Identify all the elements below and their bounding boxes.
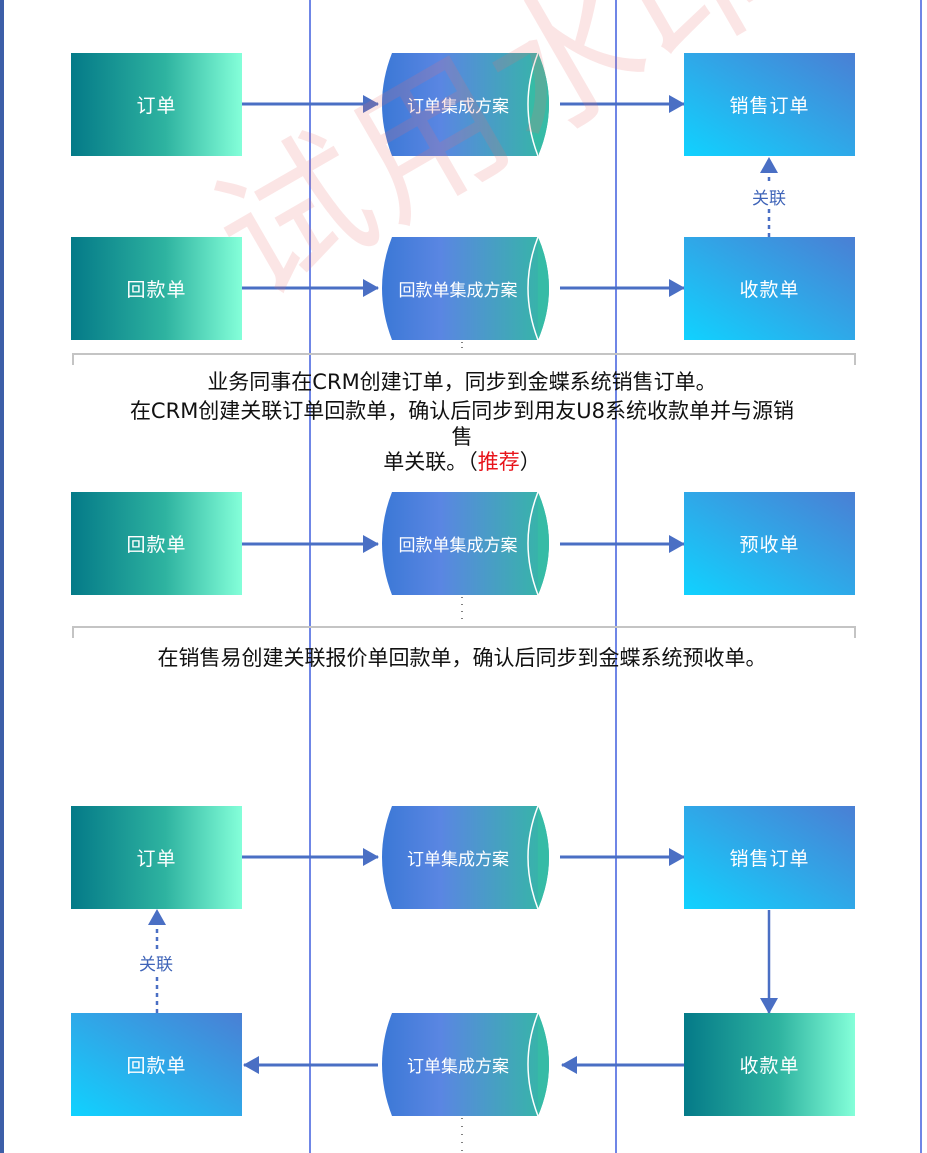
caption-1-line-4: 单关联。（推荐） <box>70 448 854 477</box>
lane-divider-edge <box>920 0 922 1153</box>
node-order-label: 订单 <box>136 95 177 117</box>
caption-1-line-2: 在CRM创建关联订单回款单，确认后同步到用友U8系统收款单并与源销 <box>129 399 795 423</box>
node-order-solution-top[interactable]: 订单集成方案 <box>378 806 560 909</box>
node-order-solution-bottom-label: 订单集成方案 <box>407 1057 509 1077</box>
relation-label-1: 关联 <box>751 184 787 209</box>
node-payment-solution[interactable]: 回款单集成方案 <box>378 237 560 340</box>
node-payment-2-label: 回款单 <box>126 534 187 556</box>
node-order-solution-bottom[interactable]: 订单集成方案 <box>378 1013 560 1116</box>
node-sales-order-label: 销售订单 <box>729 95 810 117</box>
caption-bracket-2 <box>72 626 856 638</box>
node-receipt[interactable]: 收款单 <box>684 237 855 340</box>
node-order-3-label: 订单 <box>136 848 177 870</box>
caption-1-line-4-prefix: 单关联。（ <box>383 450 478 474</box>
relation-label-3: 关联 <box>138 950 174 975</box>
node-receipt-3-label: 收款单 <box>739 1055 800 1077</box>
caption-1: 业务同事在CRM创建订单，同步到金蝶系统销售订单。 在CRM创建关联订单回款单，… <box>70 368 854 477</box>
node-order[interactable]: 订单 <box>71 53 242 156</box>
node-receipt-3[interactable]: 收款单 <box>684 1013 855 1116</box>
caption-1-line-1: 业务同事在CRM创建订单，同步到金蝶系统销售订单。 <box>207 370 717 394</box>
left-border <box>0 0 4 1153</box>
caption-bracket-1 <box>72 353 856 365</box>
node-payment-label: 回款单 <box>126 279 187 301</box>
node-advance-receipt-label: 预收单 <box>739 534 800 556</box>
caption-2: 在销售易创建关联报价单回款单，确认后同步到金蝶系统预收单。 <box>157 646 767 670</box>
node-advance-receipt[interactable]: 预收单 <box>684 492 855 595</box>
lane-divider-left <box>309 0 311 1153</box>
node-order-3[interactable]: 订单 <box>71 806 242 909</box>
node-payment-solution-2-label: 回款单集成方案 <box>398 536 518 556</box>
node-order-solution-label: 订单集成方案 <box>407 97 509 117</box>
node-payment-2[interactable]: 回款单 <box>71 492 242 595</box>
caption-1-line-4-suffix: ） <box>519 450 541 474</box>
recommended-tag: 推荐 <box>477 450 520 474</box>
node-order-solution[interactable]: 订单集成方案 <box>378 53 560 156</box>
caption-1-line-3: 售 <box>451 425 473 449</box>
node-receipt-label: 收款单 <box>739 279 800 301</box>
lane-divider-right <box>615 0 617 1153</box>
node-sales-order-3[interactable]: 销售订单 <box>684 806 855 909</box>
node-payment-3-label: 回款单 <box>126 1055 187 1077</box>
node-order-solution-top-label: 订单集成方案 <box>407 850 509 870</box>
node-sales-order[interactable]: 销售订单 <box>684 53 855 156</box>
node-payment-3[interactable]: 回款单 <box>71 1013 242 1116</box>
node-sales-order-3-label: 销售订单 <box>729 848 810 870</box>
node-payment-solution-2[interactable]: 回款单集成方案 <box>378 492 560 595</box>
node-payment[interactable]: 回款单 <box>71 237 242 340</box>
node-payment-solution-label: 回款单集成方案 <box>398 281 518 301</box>
